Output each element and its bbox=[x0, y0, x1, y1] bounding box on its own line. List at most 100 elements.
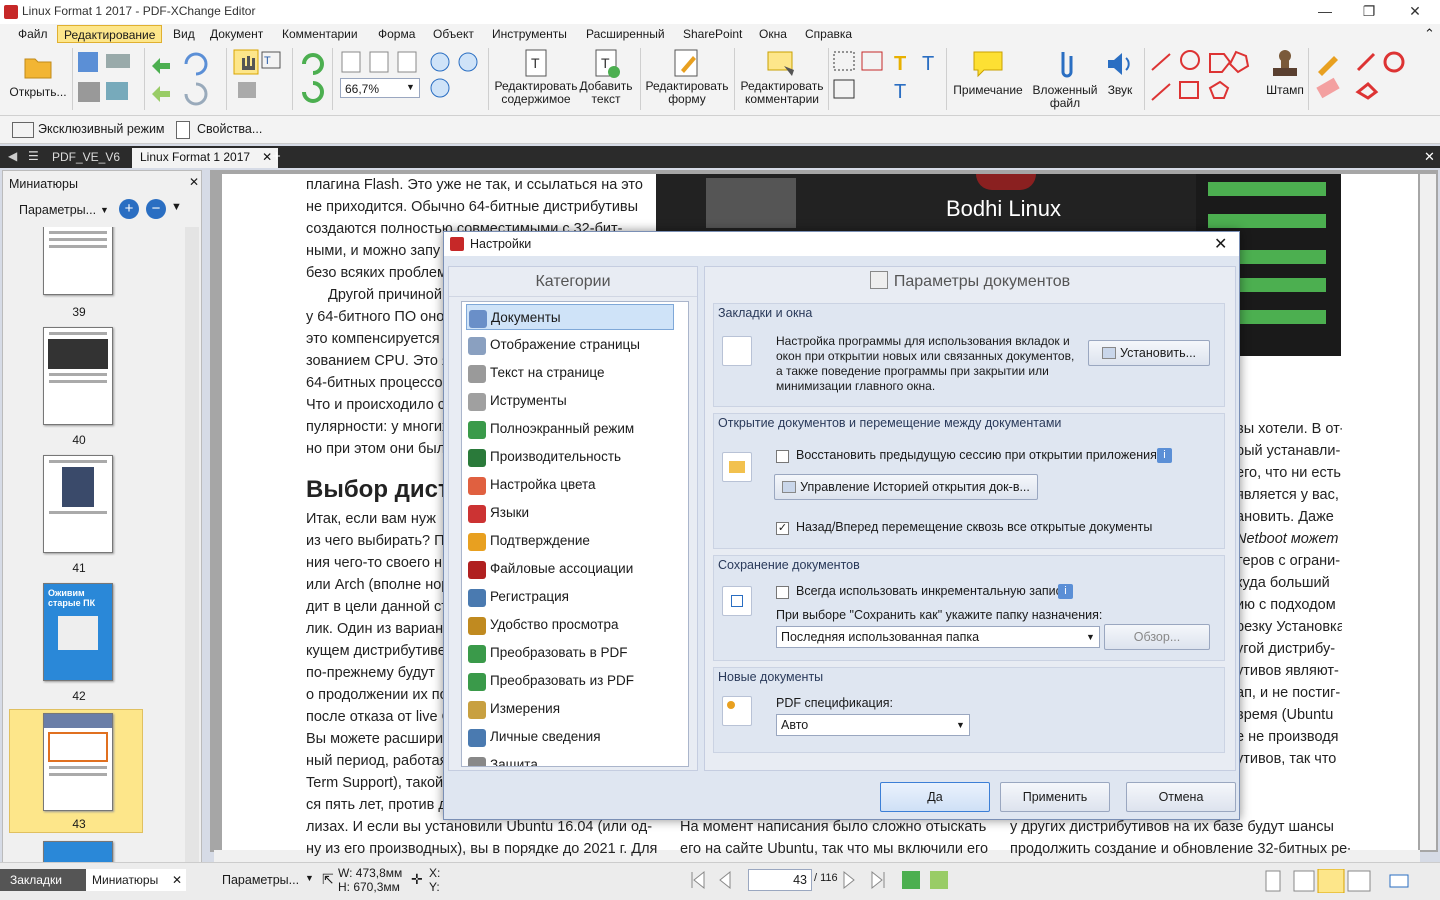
menu-help[interactable]: Справка bbox=[799, 25, 858, 43]
menu-windows[interactable]: Окна bbox=[753, 25, 793, 43]
category-icon bbox=[469, 310, 487, 328]
tabs-menu-icon[interactable]: ◀ bbox=[8, 149, 17, 163]
exclusive-mode-button[interactable]: Эксклюзивный режим bbox=[38, 122, 165, 136]
pdf-spec-select[interactable]: Авто bbox=[776, 714, 970, 736]
zoom-fit-buttons[interactable] bbox=[340, 50, 420, 74]
thumbnail-43[interactable] bbox=[43, 713, 113, 811]
edit-content-button[interactable]: T Редактировать содержимое bbox=[494, 48, 578, 106]
menu-edit[interactable]: Редактирование bbox=[57, 25, 163, 43]
close-all-icon[interactable]: ✕ bbox=[1424, 149, 1435, 165]
tabs-list-icon[interactable]: ☰ bbox=[28, 149, 39, 163]
zoom-out-icon[interactable]: − bbox=[146, 199, 166, 219]
category-item[interactable]: Документы bbox=[466, 304, 674, 330]
stamp-button[interactable]: Штамп bbox=[1262, 48, 1308, 97]
menu-file[interactable]: Файл bbox=[12, 25, 54, 43]
thumbnail-41[interactable] bbox=[43, 455, 113, 553]
hand-select-tools[interactable]: T bbox=[232, 48, 288, 108]
status-params-button[interactable]: Параметры... bbox=[222, 873, 299, 887]
browse-button[interactable]: Обзор... bbox=[1104, 624, 1210, 650]
properties-button[interactable]: Свойства... bbox=[197, 122, 262, 136]
incremental-save-checkbox[interactable] bbox=[776, 586, 789, 599]
menu-sharepoint[interactable]: SharePoint bbox=[677, 25, 748, 43]
collapse-ribbon-icon[interactable]: ⌃ bbox=[1424, 26, 1435, 42]
category-item[interactable]: Защита bbox=[466, 752, 674, 766]
category-item[interactable]: Языки bbox=[466, 500, 674, 526]
open-button[interactable]: Открыть... bbox=[6, 50, 70, 99]
tab-bookmarks[interactable]: Закладки bbox=[0, 869, 86, 891]
cursor-position-icon: ✛ bbox=[411, 871, 423, 887]
categories-scrollbar[interactable]: ▲ ▼ bbox=[688, 302, 689, 767]
history-manage-label: Управление Историей открытия док-в... bbox=[800, 480, 1030, 494]
menu-tools[interactable]: Инструменты bbox=[486, 25, 573, 43]
thumbs-scrollbar[interactable] bbox=[185, 227, 199, 863]
restore-session-checkbox[interactable] bbox=[776, 450, 789, 463]
cancel-button[interactable]: Отмена bbox=[1126, 782, 1236, 812]
nav-all-docs-checkbox[interactable]: ✓ bbox=[776, 522, 789, 535]
category-item[interactable]: Личные сведения bbox=[466, 724, 674, 750]
rotate-tools[interactable] bbox=[298, 48, 328, 108]
tab-linux-format[interactable]: Linux Format 1 2017 ✕ bbox=[132, 148, 279, 168]
edit-form-button[interactable]: Редактировать форму bbox=[644, 48, 730, 106]
close-icon[interactable]: ✕ bbox=[262, 150, 272, 164]
attach-file-button[interactable]: Вложенный файл bbox=[1028, 48, 1102, 110]
ok-button[interactable]: Да bbox=[880, 782, 990, 812]
minimize-button[interactable]: — bbox=[1302, 0, 1348, 24]
category-item[interactable]: Подтверждение bbox=[466, 528, 674, 554]
category-item[interactable]: Полноэкранный режим bbox=[466, 416, 674, 442]
chevron-down-icon[interactable]: ▼ bbox=[171, 201, 182, 213]
category-item[interactable]: Текст на странице bbox=[466, 360, 674, 386]
add-text-button[interactable]: T Добавить текст bbox=[578, 48, 634, 106]
category-item[interactable]: Иструменты bbox=[466, 388, 674, 414]
category-item[interactable]: Производительность bbox=[466, 444, 674, 470]
category-item[interactable]: Настройка цвета bbox=[466, 472, 674, 498]
text-markup-tools[interactable]: TTT bbox=[832, 48, 944, 108]
new-tab-button[interactable]: + bbox=[272, 148, 281, 165]
maximize-button[interactable]: ❐ bbox=[1346, 0, 1392, 24]
sound-button[interactable]: Звук bbox=[1100, 48, 1140, 97]
dialog-close-button[interactable]: ✕ bbox=[1214, 234, 1227, 254]
menu-form[interactable]: Форма bbox=[372, 25, 421, 43]
next-last-page-buttons[interactable] bbox=[838, 869, 898, 891]
menu-document[interactable]: Документ bbox=[204, 25, 269, 43]
category-item[interactable]: Регистрация bbox=[466, 584, 674, 610]
menu-object[interactable]: Объект bbox=[427, 25, 480, 43]
category-item[interactable]: Удобство просмотра bbox=[466, 612, 674, 638]
menu-advanced[interactable]: Расширенный bbox=[580, 25, 671, 43]
tab-thumbnails[interactable]: Миниатюры ✕ bbox=[86, 869, 186, 891]
history-nav-buttons[interactable] bbox=[900, 869, 952, 891]
close-icon[interactable]: ✕ bbox=[189, 175, 199, 189]
thumbnail-42[interactable]: Оживим старые ПК bbox=[43, 583, 113, 681]
group-bookmarks-windows: Закладки и окна Настройка программы для … bbox=[713, 303, 1225, 407]
undo-redo-group[interactable] bbox=[148, 50, 222, 108]
window-title: Linux Format 1 2017 - PDF-XChange Editor bbox=[22, 4, 256, 18]
thumbnail-39[interactable] bbox=[43, 227, 113, 295]
page-layout-buttons[interactable] bbox=[1250, 868, 1420, 894]
pencil-eraser-tools[interactable] bbox=[1312, 48, 1412, 108]
shape-tools[interactable] bbox=[1148, 48, 1260, 108]
category-item[interactable]: Преобразовать из PDF bbox=[466, 668, 674, 694]
menu-comments[interactable]: Комментарии bbox=[276, 25, 364, 43]
close-button[interactable]: ✕ bbox=[1392, 0, 1438, 24]
zoom-in-icon[interactable]: + bbox=[119, 199, 139, 219]
thumbnail-40[interactable] bbox=[43, 327, 113, 425]
thumb-params-button[interactable]: Параметры... bbox=[19, 203, 96, 217]
category-item[interactable]: Измерения bbox=[466, 696, 674, 722]
info-icon[interactable]: i bbox=[1157, 448, 1172, 463]
history-manage-button[interactable]: Управление Историей открытия док-в... bbox=[774, 474, 1038, 500]
info-icon[interactable]: i bbox=[1058, 584, 1073, 599]
incremental-save-label: Всегда использовать инкрементальную запи… bbox=[796, 584, 1069, 598]
page-number-input[interactable]: 43 bbox=[748, 869, 812, 891]
vertical-scrollbar[interactable] bbox=[1420, 174, 1436, 850]
note-button[interactable]: Примечание bbox=[950, 48, 1026, 97]
edit-comments-button[interactable]: Редактировать комментарии bbox=[738, 48, 826, 106]
zoom-in-out[interactable] bbox=[428, 50, 482, 100]
first-prev-page-buttons[interactable] bbox=[690, 869, 748, 891]
category-item[interactable]: Файловые ассоциации bbox=[466, 556, 674, 582]
menu-view[interactable]: Вид bbox=[167, 25, 201, 43]
saveas-folder-select[interactable]: Последняя использованная папка bbox=[776, 626, 1100, 648]
apply-button[interactable]: Применить bbox=[1000, 782, 1110, 812]
close-icon[interactable]: ✕ bbox=[172, 873, 182, 887]
category-item[interactable]: Отображение страницы bbox=[466, 332, 674, 358]
category-item[interactable]: Преобразовать в PDF bbox=[466, 640, 674, 666]
setup-button[interactable]: Установить... bbox=[1088, 340, 1210, 366]
